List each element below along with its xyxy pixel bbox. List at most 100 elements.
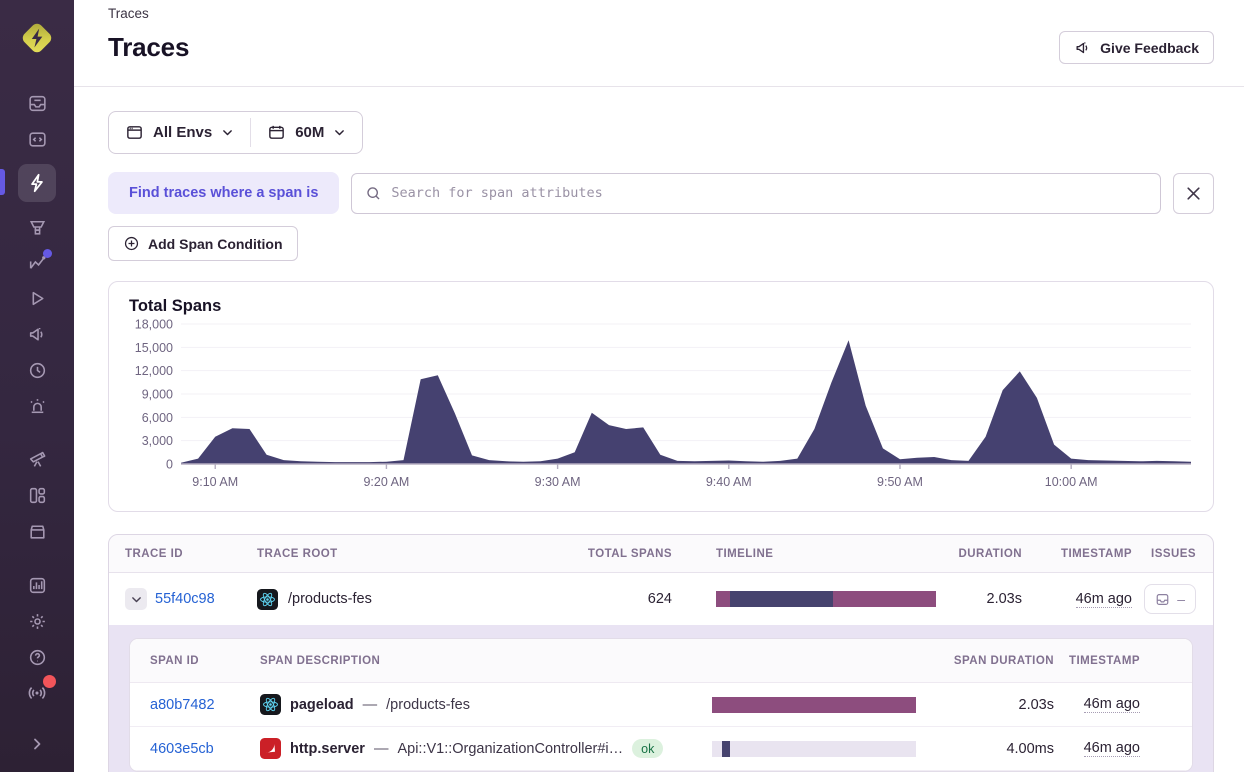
col-span-id: SPAN ID: [150, 654, 200, 667]
spans-inset: SPAN ID SPAN DESCRIPTION SPAN DURATION T…: [109, 625, 1213, 772]
span-search-box[interactable]: [351, 172, 1161, 214]
siren-icon: [29, 398, 45, 413]
spans-table-header: SPAN ID SPAN DESCRIPTION SPAN DURATION T…: [130, 639, 1192, 683]
span-id-link[interactable]: 4603e5cb: [150, 741, 260, 757]
col-duration: DURATION: [958, 547, 1022, 560]
col-trace-id: TRACE ID: [125, 547, 183, 560]
col-issues: ISSUES: [1151, 547, 1196, 560]
sidebar-item-settings[interactable]: [20, 604, 54, 638]
span-timestamp[interactable]: 46m ago: [1083, 696, 1140, 713]
sidebar-item-alerts[interactable]: [20, 389, 54, 423]
separator: —: [373, 740, 389, 757]
active-indicator: [0, 169, 5, 196]
span-row: a80b7482 pageload — /products-fes 2.03s …: [130, 683, 1192, 727]
window-icon: [127, 126, 142, 139]
time-range-filter-label: 60M: [295, 124, 325, 141]
breadcrumb[interactable]: Traces: [108, 4, 1214, 31]
profiling-icon: [29, 220, 45, 235]
svg-text:9,000: 9,000: [142, 388, 173, 402]
sidebar-collapse-button[interactable]: [20, 727, 54, 761]
add-span-condition-label: Add Span Condition: [148, 235, 283, 252]
sidebar-item-projects[interactable]: [20, 123, 54, 157]
col-trace-root: TRACE ROOT: [257, 547, 338, 560]
sidebar-item-explore[interactable]: [20, 443, 54, 477]
chevron-down-icon: [223, 130, 233, 136]
trace-row: 55f40c98 /products-fes 624 2.03s 46m ago…: [109, 573, 1213, 625]
sentry-logo[interactable]: [15, 16, 59, 60]
trace-issues-button[interactable]: –: [1144, 584, 1196, 614]
trace-root-label: /products-fes: [288, 591, 372, 607]
replays-icon: [32, 292, 44, 306]
issues-icon: [1156, 593, 1169, 605]
add-span-condition-button[interactable]: Add Span Condition: [108, 226, 298, 261]
span-description: Api::V1::OrganizationController#i…: [397, 740, 624, 757]
whats-new-notification-dot: [43, 675, 56, 688]
query-intro-label: Find traces where a span is: [108, 172, 340, 214]
telescope-icon: [29, 452, 45, 468]
svg-text:12,000: 12,000: [135, 364, 173, 378]
trace-duration: 2.03s: [986, 591, 1022, 607]
trace-id-link[interactable]: 55f40c98: [155, 591, 215, 607]
search-input[interactable]: [391, 185, 1147, 201]
sidebar-item-insights[interactable]: [20, 246, 54, 280]
sidebar-item-profiling[interactable]: [20, 210, 54, 244]
col-span-duration: SPAN DURATION: [953, 654, 1054, 667]
span-status-badge: ok: [632, 739, 664, 758]
sidebar-item-help[interactable]: [20, 640, 54, 674]
stats-icon: [29, 577, 45, 593]
svg-text:9:40 AM: 9:40 AM: [706, 475, 752, 489]
collapse-trace-button[interactable]: [125, 588, 147, 610]
sidebar-item-replays[interactable]: [20, 282, 54, 316]
projects-icon: [28, 132, 46, 147]
chevron-down-icon: [131, 596, 141, 602]
clear-query-button[interactable]: [1173, 172, 1214, 214]
col-span-description: SPAN DESCRIPTION: [260, 654, 381, 667]
svg-text:9:50 AM: 9:50 AM: [877, 475, 923, 489]
gear-icon: [29, 613, 45, 629]
svg-text:10:00 AM: 10:00 AM: [1045, 475, 1098, 489]
close-icon: [1187, 186, 1200, 200]
insights-notification-dot: [43, 249, 52, 258]
react-icon: [260, 694, 281, 715]
give-feedback-label: Give Feedback: [1100, 39, 1199, 56]
sidebar-bottom-group: [20, 639, 56, 772]
total-spans-value: 624: [647, 591, 672, 607]
separator: —: [362, 696, 378, 713]
svg-text:15,000: 15,000: [135, 341, 173, 355]
span-duration: 2.03s: [1018, 696, 1054, 713]
app-window: Traces Traces Give Feedback All Envs 60M…: [0, 0, 1244, 772]
span-id-link[interactable]: a80b7482: [150, 697, 260, 713]
chevron-right-icon: [34, 738, 41, 750]
circle-plus-icon: [124, 236, 139, 251]
span-duration-bar: [712, 696, 916, 713]
sidebar-item-feedback[interactable]: [20, 318, 54, 352]
svg-text:3,000: 3,000: [142, 434, 173, 448]
sidebar-item-archive[interactable]: [20, 515, 54, 549]
issues-icon: [28, 96, 46, 112]
span-timestamp[interactable]: 46m ago: [1083, 740, 1140, 757]
trace-timeline-bar: [716, 591, 936, 607]
col-timeline: TIMELINE: [716, 547, 774, 560]
sidebar-item-whats-new[interactable]: [20, 675, 56, 710]
page-title: Traces: [108, 32, 190, 62]
total-spans-area-chart[interactable]: 0 3,000 6,000 9,000 12,000 15,000 18,000 9:10 A…: [129, 318, 1193, 503]
give-feedback-button[interactable]: Give Feedback: [1059, 31, 1214, 64]
sidebar-item-stats[interactable]: [20, 568, 54, 602]
traces-table: TRACE ID TRACE ROOT TOTAL SPANS TIMELINE…: [108, 534, 1214, 772]
sidebar-item-dashboards[interactable]: [20, 479, 54, 513]
trace-timestamp[interactable]: 46m ago: [1075, 591, 1132, 608]
react-icon: [257, 588, 278, 610]
sentry-logo-icon: [22, 23, 52, 53]
sidebar-item-traces[interactable]: [0, 164, 56, 203]
col-total-spans: TOTAL SPANS: [587, 547, 672, 560]
calendar-icon: [269, 125, 285, 139]
search-icon: [367, 186, 380, 200]
sidebar-item-releases[interactable]: [20, 353, 54, 387]
svg-text:9:10 AM: 9:10 AM: [192, 475, 238, 489]
environment-filter[interactable]: All Envs: [109, 112, 250, 153]
sidebar-item-issues[interactable]: [20, 87, 54, 121]
chevron-down-icon: [335, 130, 345, 136]
time-range-filter[interactable]: 60M: [251, 112, 362, 153]
col-span-timestamp: TIMESTAMP: [1068, 654, 1140, 667]
svg-text:0: 0: [166, 458, 173, 472]
